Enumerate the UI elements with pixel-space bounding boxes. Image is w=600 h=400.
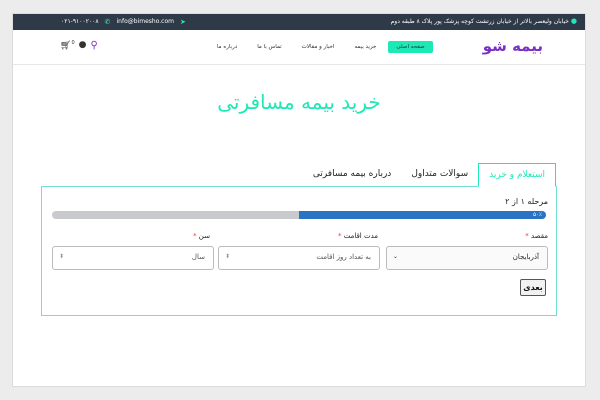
address-label: خیابان ولیعصر بالاتر از خیابان زرتشت کوچ…	[390, 18, 569, 25]
next-button[interactable]: بعدی	[520, 279, 546, 296]
browser-page: ● خیابان ولیعصر بالاتر از خیابان زرتشت ک…	[13, 14, 585, 386]
duration-label: مدت اقامت *	[337, 232, 378, 240]
age-label: سن *	[193, 232, 210, 240]
progress-label: ۵۰٪	[533, 212, 542, 218]
duration-input[interactable]: به تعداد روز اقامت ⬍	[218, 246, 380, 270]
email-text[interactable]: info@bimesho.com	[117, 18, 174, 26]
destination-value: آذربایجان	[512, 253, 539, 261]
main-nav: صفحه اصلی خرید بیمه اخبار و مقالات تماس …	[209, 41, 433, 53]
nav-about[interactable]: درباره ما	[209, 41, 245, 53]
address-text: ● خیابان ولیعصر بالاتر از خیابان زرتشت ک…	[390, 17, 577, 25]
tab-faq[interactable]: سوالات متداول	[401, 163, 478, 187]
nav-buy-insurance[interactable]: خرید بیمه	[346, 41, 384, 53]
nav-contact[interactable]: تماس با ما	[249, 41, 289, 53]
step-indicator: مرحله ۱ از ۲	[505, 197, 548, 206]
site-header: بیمه شو صفحه اصلی خرید بیمه اخبار و مقال…	[13, 30, 585, 65]
send-icon: ➤	[179, 18, 186, 26]
progress-fill	[299, 211, 546, 219]
search-icon[interactable]: ⚲	[90, 40, 97, 51]
progress-bar: ۵۰٪	[52, 211, 546, 219]
stepper-icon[interactable]: ⬍	[225, 253, 230, 260]
destination-select[interactable]: آذربایجان ⌄	[386, 246, 548, 270]
top-info-bar: ● خیابان ولیعصر بالاتر از خیابان زرتشت ک…	[13, 14, 585, 30]
phone-text: ۰۲۱-۹۱۰۰۲۰۰۸	[61, 18, 99, 25]
site-logo[interactable]: بیمه شو	[482, 37, 544, 55]
nav-news[interactable]: اخبار و مقالات	[294, 41, 343, 53]
header-icons: 🛒︎0 ● ⚲	[60, 40, 98, 51]
cart-icon[interactable]: 🛒︎0	[60, 40, 75, 51]
page-title: خرید بیمه مسافرتی	[217, 90, 381, 114]
tab-about-travel-insurance[interactable]: درباره بیمه مسافرتی	[303, 163, 402, 187]
age-input[interactable]: سال ⬍	[52, 246, 214, 270]
user-icon[interactable]: ●	[79, 40, 87, 51]
duration-placeholder: به تعداد روز اقامت	[316, 253, 371, 261]
destination-label: مقصد *	[525, 232, 548, 240]
location-pin-icon: ●	[570, 17, 577, 25]
tab-bar: استعلام و خرید سوالات متداول درباره بیمه…	[303, 163, 556, 187]
age-placeholder: سال	[191, 253, 205, 261]
stepper-icon[interactable]: ⬍	[59, 253, 64, 260]
phone-icon: ✆	[104, 18, 111, 26]
nav-home[interactable]: صفحه اصلی	[388, 41, 433, 53]
cart-count: 0	[71, 40, 75, 46]
tab-inquiry-buy[interactable]: استعلام و خرید	[478, 163, 556, 187]
contact-info: ۰۲۱-۹۱۰۰۲۰۰۸ ✆ info@bimesho.com ➤	[61, 18, 186, 26]
form-panel: مرحله ۱ از ۲ ۵۰٪ مقصد * مدت اقامت * سن *…	[41, 186, 557, 316]
chevron-down-icon: ⌄	[393, 253, 399, 260]
logo-text: بیمه شو	[482, 37, 544, 55]
